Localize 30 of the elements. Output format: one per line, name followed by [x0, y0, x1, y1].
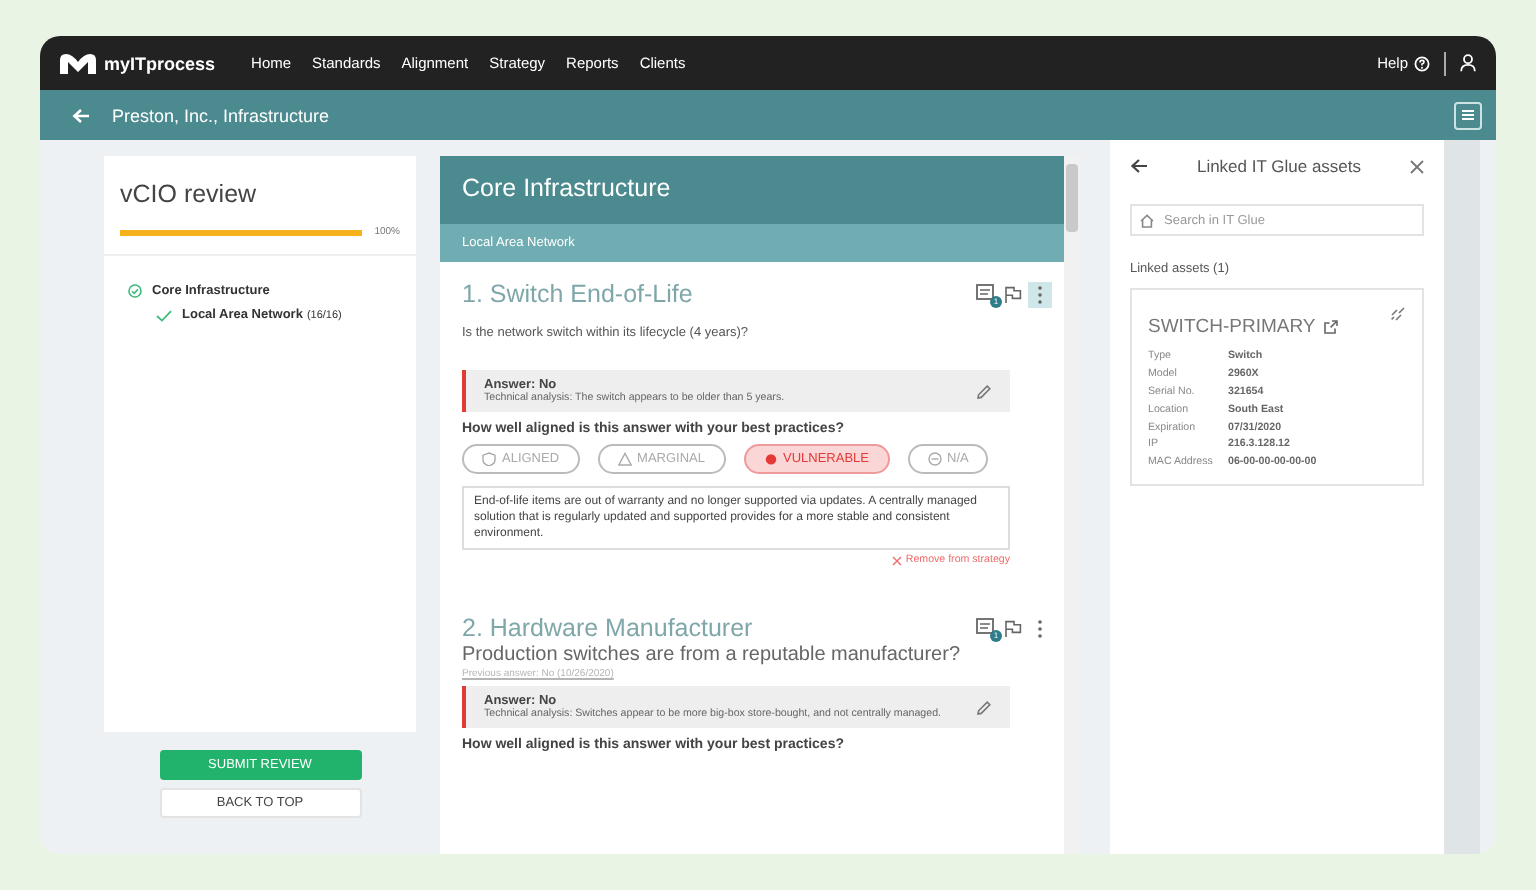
- panel-title: vCIO review: [120, 180, 257, 208]
- help-icon[interactable]: [1414, 55, 1430, 71]
- brand-name: myITprocess: [104, 53, 216, 73]
- close-icon[interactable]: [1410, 159, 1424, 173]
- panel-title: Linked IT Glue assets: [1194, 156, 1364, 176]
- logo-icon: [58, 51, 98, 75]
- minus-circle-icon: [927, 452, 941, 466]
- shield-icon: [482, 452, 496, 466]
- question-text: Production switches are from a reputable manufacturer?: [462, 644, 963, 667]
- edit-icon[interactable]: [976, 699, 992, 716]
- edit-icon[interactable]: [976, 383, 992, 399]
- question-title: 2. Hardware Manufacturer: [462, 614, 753, 643]
- back-arrow-icon[interactable]: [1130, 158, 1148, 174]
- asset-name: SWITCH-PRIMARY: [1148, 316, 1316, 338]
- more-button[interactable]: [1028, 281, 1052, 307]
- alert-dot-icon: [763, 452, 777, 466]
- menu-icon: [1462, 110, 1474, 120]
- flag-icon[interactable]: [1004, 619, 1022, 638]
- page-title: Preston, Inc., Infrastructure: [112, 105, 332, 125]
- section-header: Core Infrastructure: [440, 156, 1064, 224]
- external-link-icon[interactable]: [1323, 320, 1338, 334]
- question-title: 1. Switch End-of-Life: [462, 280, 693, 308]
- unlink-icon[interactable]: [1390, 306, 1406, 322]
- notes-icon: [976, 284, 996, 302]
- notes-icon: [976, 618, 996, 637]
- flag-icon[interactable]: [1004, 285, 1022, 303]
- user-icon[interactable]: [1460, 54, 1476, 72]
- warning-icon: [617, 452, 632, 466]
- close-icon: [891, 555, 902, 566]
- menu-button[interactable]: [1454, 101, 1482, 129]
